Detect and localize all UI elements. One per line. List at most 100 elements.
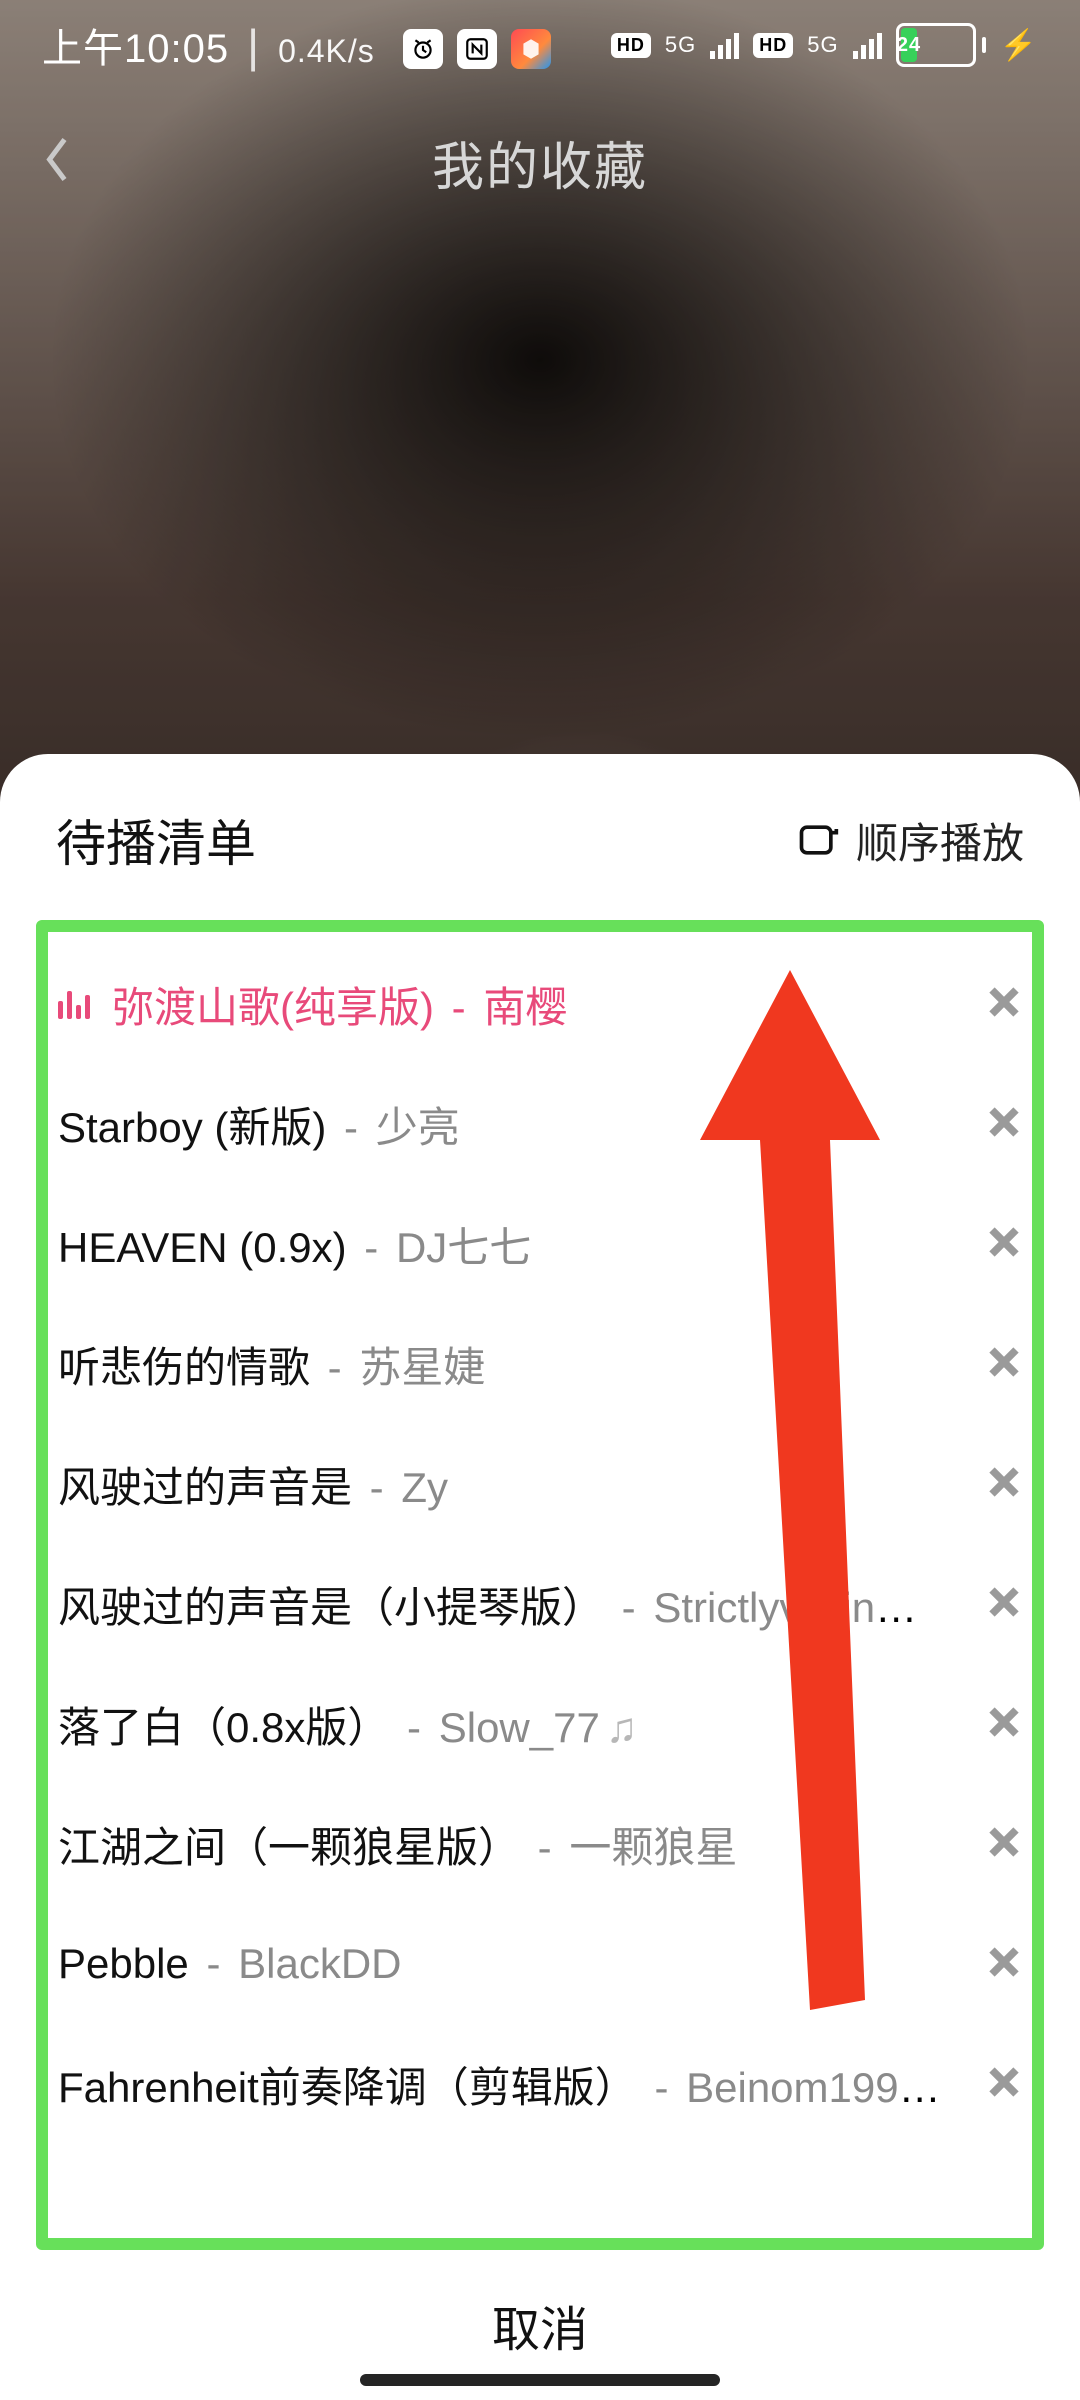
- remove-song-button[interactable]: [986, 1824, 1022, 1865]
- title-artist-separator: -: [358, 1464, 395, 1511]
- app-store-icon: [511, 29, 551, 69]
- song-artist: 苏星婕: [359, 1344, 485, 1391]
- battery-percent: 24: [901, 28, 918, 62]
- song-artist: Slow_77: [439, 1704, 600, 1751]
- playlist-row-text: HEAVEN (0.9x) - DJ七七: [58, 1214, 950, 1275]
- playlist-row[interactable]: 落了白（0.8x版） - Slow_77♫: [58, 1664, 1022, 1784]
- playlist-row-text: 江湖之间（一颗狼星版） - 一颗狼星: [58, 1814, 950, 1875]
- status-separator: |: [247, 19, 260, 73]
- sheet-title: 待播清单: [56, 804, 256, 876]
- song-artist: DJ七七: [396, 1224, 531, 1271]
- song-title: Starboy (新版): [58, 1104, 326, 1151]
- playlist-row[interactable]: 听悲伤的情歌 - 苏星婕: [58, 1304, 1022, 1424]
- playlist-row-text: 落了白（0.8x版） - Slow_77♫: [58, 1694, 950, 1755]
- playlist-row-text: 弥渡山歌(纯享版) - 南樱: [112, 974, 950, 1035]
- sequential-play-icon: [796, 818, 840, 862]
- chevron-left-icon: [42, 135, 72, 185]
- song-title: HEAVEN (0.9x): [58, 1224, 347, 1271]
- signal-bars-1-icon: [710, 31, 739, 59]
- song-artist: Strictlyviolin荀博…: [653, 1584, 950, 1631]
- play-mode-button[interactable]: 顺序播放: [796, 810, 1024, 871]
- song-artist: 少亮: [376, 1104, 460, 1151]
- title-artist-separator: -: [316, 1344, 353, 1391]
- song-title: 风驶过的声音是: [58, 1464, 352, 1511]
- charging-icon: ⚡: [1000, 28, 1038, 63]
- title-artist-separator: -: [332, 1104, 369, 1151]
- playlist-row-text: 风驶过的声音是（小提琴版） - Strictlyviolin荀博…: [58, 1574, 950, 1635]
- close-icon: [986, 1464, 1022, 1500]
- remove-song-button[interactable]: [986, 1584, 1022, 1625]
- remove-song-button[interactable]: [986, 1344, 1022, 1385]
- playlist-row[interactable]: 风驶过的声音是（小提琴版） - Strictlyviolin荀博…: [58, 1544, 1022, 1664]
- playlist-row-text: Fahrenheit前奏降调（剪辑版） - Beinom1997&Mu…: [58, 2054, 950, 2115]
- close-icon: [986, 1224, 1022, 1260]
- song-title: 弥渡山歌(纯享版): [112, 984, 434, 1031]
- status-net-speed: 0.4K/s: [278, 33, 375, 70]
- nfc-icon: [457, 29, 497, 69]
- playlist-row-text: Starboy (新版) - 少亮: [58, 1094, 950, 1155]
- remove-song-button[interactable]: [986, 1464, 1022, 1505]
- gesture-bar: [360, 2374, 720, 2386]
- song-artist: 一颗狼星: [569, 1824, 737, 1871]
- sheet-header: 待播清单 顺序播放: [0, 754, 1080, 906]
- song-title: Pebble: [58, 1940, 189, 1987]
- close-icon: [986, 1824, 1022, 1860]
- network-type-2: 5G: [807, 32, 838, 58]
- title-artist-separator: -: [610, 1584, 647, 1631]
- playlist-row[interactable]: 弥渡山歌(纯享版) - 南樱: [58, 944, 1022, 1064]
- playlist-row[interactable]: Starboy (新版) - 少亮: [58, 1064, 1022, 1184]
- hd-badge-2: HD: [753, 33, 793, 58]
- playlist-sheet: 待播清单 顺序播放 弥渡山歌(纯享版) - 南樱 Starboy (新版) - 少…: [0, 754, 1080, 2400]
- alarm-icon: [403, 29, 443, 69]
- remove-song-button[interactable]: [986, 1944, 1022, 1985]
- song-artist: BlackDD: [238, 1940, 401, 1987]
- music-note-icon: ♫: [606, 1704, 638, 1751]
- status-left: 上午10:05 | 0.4K/s: [42, 16, 551, 74]
- close-icon: [986, 1584, 1022, 1620]
- playlist-row[interactable]: 江湖之间（一颗狼星版） - 一颗狼星: [58, 1784, 1022, 1904]
- title-artist-separator: -: [195, 1940, 232, 1987]
- playlist-list[interactable]: 弥渡山歌(纯享版) - 南樱 Starboy (新版) - 少亮 HEAVEN (0…: [36, 920, 1044, 2250]
- close-icon: [986, 1944, 1022, 1980]
- title-artist-separator: -: [643, 2064, 680, 2111]
- playlist-area: 弥渡山歌(纯享版) - 南樱 Starboy (新版) - 少亮 HEAVEN (0…: [36, 920, 1044, 2250]
- song-title: 风驶过的声音是（小提琴版）: [58, 1584, 604, 1631]
- remove-song-button[interactable]: [986, 1224, 1022, 1265]
- playlist-row[interactable]: Pebble - BlackDD: [58, 1904, 1022, 2024]
- song-title: 落了白（0.8x版）: [58, 1704, 389, 1751]
- song-title: Fahrenheit前奏降调（剪辑版）: [58, 2064, 637, 2111]
- now-playing-icon: [58, 989, 90, 1019]
- network-type-1: 5G: [665, 32, 696, 58]
- remove-song-button[interactable]: [986, 2064, 1022, 2105]
- playlist-row[interactable]: HEAVEN (0.9x) - DJ七七: [58, 1184, 1022, 1304]
- status-right: HD 5G HD 5G 24 ⚡: [611, 23, 1038, 67]
- play-mode-label: 顺序播放: [856, 810, 1024, 871]
- remove-song-button[interactable]: [986, 1704, 1022, 1745]
- playlist-row-text: 风驶过的声音是 - Zy: [58, 1454, 950, 1515]
- status-bar: 上午10:05 | 0.4K/s HD 5G HD 5G 24 ⚡: [0, 0, 1080, 90]
- hd-badge-1: HD: [611, 33, 651, 58]
- close-icon: [986, 2064, 1022, 2100]
- playlist-row[interactable]: 风驶过的声音是 - Zy: [58, 1424, 1022, 1544]
- close-icon: [986, 1104, 1022, 1140]
- remove-song-button[interactable]: [986, 984, 1022, 1025]
- playlist-row-text: Pebble - BlackDD: [58, 1940, 950, 1988]
- song-artist: Zy: [401, 1464, 448, 1511]
- battery-indicator: 24: [896, 23, 986, 67]
- page-title: 我的收藏: [432, 125, 648, 200]
- song-artist: 南樱: [483, 984, 567, 1031]
- close-icon: [986, 1704, 1022, 1740]
- song-artist: Beinom1997&Mu…: [686, 2064, 950, 2111]
- status-time: 上午10:05: [42, 16, 229, 74]
- close-icon: [986, 1344, 1022, 1380]
- playlist-row[interactable]: Fahrenheit前奏降调（剪辑版） - Beinom1997&Mu…: [58, 2024, 1022, 2144]
- title-artist-separator: -: [440, 984, 477, 1031]
- close-icon: [986, 984, 1022, 1020]
- playlist-row-text: 听悲伤的情歌 - 苏星婕: [58, 1334, 950, 1395]
- remove-song-button[interactable]: [986, 1104, 1022, 1145]
- song-title: 江湖之间（一颗狼星版）: [58, 1824, 520, 1871]
- song-title: 听悲伤的情歌: [58, 1344, 310, 1391]
- nav-bar: 我的收藏: [0, 112, 1080, 212]
- back-button[interactable]: [42, 135, 72, 190]
- title-artist-separator: -: [395, 1704, 432, 1751]
